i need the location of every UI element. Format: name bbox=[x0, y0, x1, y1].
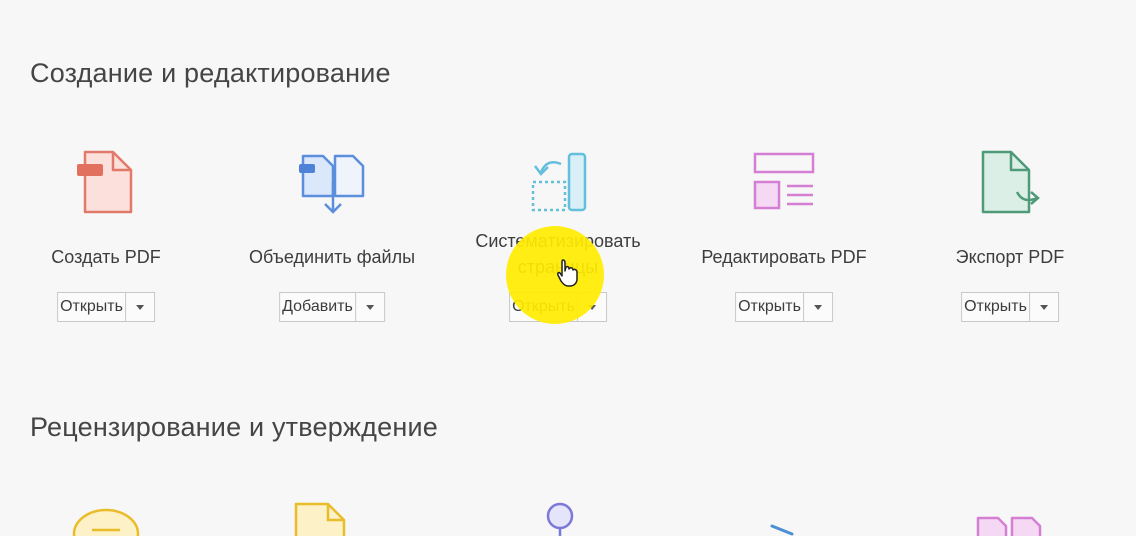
open-button[interactable]: Открыть bbox=[58, 293, 126, 321]
stamp-icon[interactable] bbox=[540, 494, 580, 536]
section-title-create-edit: Создание и редактирование bbox=[30, 58, 391, 88]
tool-label: Экспорт PDF bbox=[955, 247, 1065, 267]
send-for-comments-icon[interactable] bbox=[292, 494, 352, 536]
section-title-review-approve: Рецензирование и утверждение bbox=[30, 412, 438, 442]
create-pdf-icon[interactable] bbox=[71, 148, 141, 220]
dropdown-arrow-icon[interactable] bbox=[1030, 293, 1058, 321]
comment-icon[interactable] bbox=[70, 494, 144, 536]
tool-create-pdf: Создать PDF Открыть bbox=[0, 148, 216, 338]
add-button[interactable]: Добавить bbox=[280, 293, 356, 321]
tool-label: Объединить файлы bbox=[248, 247, 416, 267]
tool-export-pdf: Экспорт PDF Открыть bbox=[900, 148, 1120, 338]
cursor-highlight bbox=[506, 226, 604, 324]
open-split-button[interactable]: Открыть bbox=[57, 292, 155, 322]
open-split-button[interactable]: Открыть bbox=[961, 292, 1059, 322]
combine-files-icon[interactable] bbox=[297, 148, 367, 220]
organize-pages-icon[interactable] bbox=[523, 148, 593, 220]
export-pdf-icon[interactable] bbox=[975, 148, 1045, 220]
tool-edit-pdf: Редактировать PDF Открыть bbox=[674, 148, 894, 338]
compare-files-icon[interactable] bbox=[972, 494, 1052, 536]
tool-combine-files: Объединить файлы Добавить bbox=[222, 148, 442, 338]
open-split-button[interactable]: Открыть bbox=[735, 292, 833, 322]
dropdown-arrow-icon[interactable] bbox=[126, 293, 154, 321]
dropdown-arrow-icon[interactable] bbox=[356, 293, 384, 321]
open-button[interactable]: Открыть bbox=[962, 293, 1030, 321]
edit-pdf-icon[interactable] bbox=[749, 148, 819, 220]
add-split-button[interactable]: Добавить bbox=[279, 292, 385, 322]
send-icon[interactable] bbox=[766, 494, 806, 536]
tool-label: Редактировать PDF bbox=[701, 247, 867, 267]
tool-label: Создать PDF bbox=[51, 247, 161, 267]
dropdown-arrow-icon[interactable] bbox=[804, 293, 832, 321]
hand-cursor-icon bbox=[557, 259, 578, 287]
open-button[interactable]: Открыть bbox=[736, 293, 804, 321]
